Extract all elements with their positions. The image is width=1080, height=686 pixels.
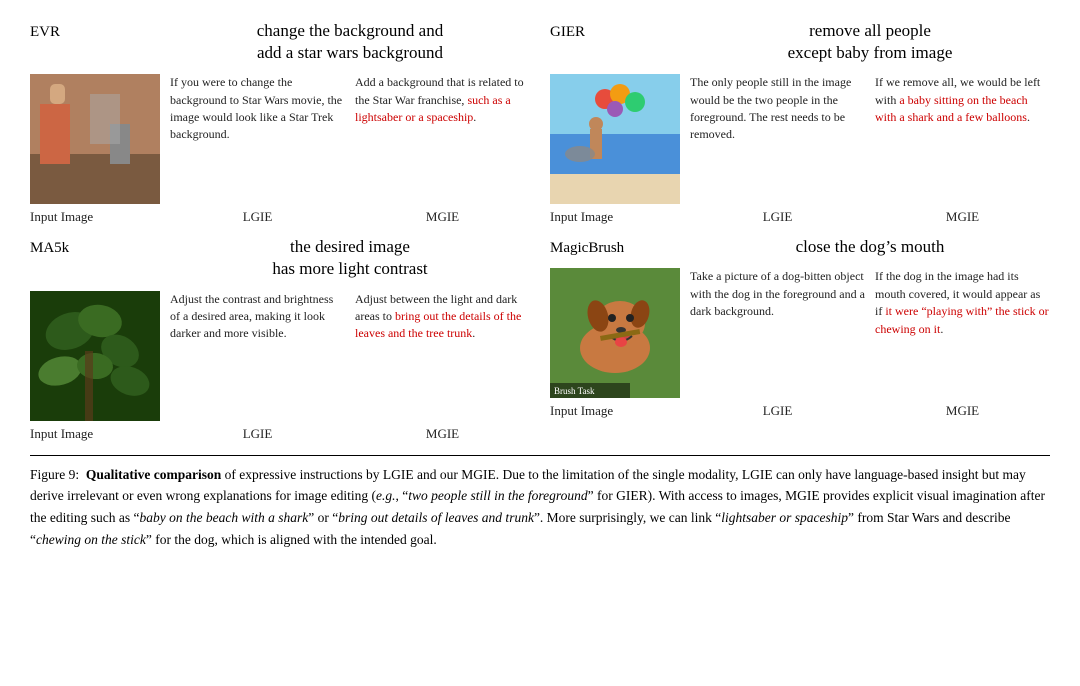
evr-image (30, 74, 160, 204)
caption-italic5: chewing on the stick (36, 532, 146, 547)
caption-divider (30, 455, 1050, 456)
magicbrush-dataset-label: MagicBrush (550, 236, 680, 259)
caption-italic2: baby on the beach with a shark (139, 510, 308, 525)
ma5k-input-label: Input Image (30, 425, 160, 443)
left-bottom-panel: MA5k the desired image has more light co… (30, 236, 530, 442)
right-bottom-panel: MagicBrush close the dog’s mouth (550, 236, 1050, 442)
magicbrush-image-svg: Brush Task (550, 268, 680, 398)
gier-input-label: Input Image (550, 208, 680, 226)
ma5k-mgie-label: MGIE (355, 425, 530, 443)
evr-lgie-label: LGIE (170, 208, 345, 226)
figure-intro: Qualitative comparison (86, 467, 221, 482)
ma5k-panel-title: the desired image has more light contras… (170, 236, 530, 284)
evr-panel-title: change the background and add a star war… (170, 20, 530, 68)
main-figure: EVR change the background and add a star… (30, 20, 1050, 550)
evr-input-label: Input Image (30, 208, 160, 226)
ma5k-panel: MA5k the desired image has more light co… (30, 236, 530, 420)
right-top-panel: GIER remove all people except baby from … (550, 20, 1050, 226)
comparison-grid: EVR change the background and add a star… (30, 20, 1050, 443)
magicbrush-image: Brush Task (550, 268, 680, 398)
gier-mgie-desc: If we remove all, we would be left with … (875, 74, 1050, 126)
evr-mgie-desc: Add a background that is related to the … (355, 74, 530, 126)
gier-mgie-label: MGIE (875, 208, 1050, 226)
caption-italic4: lightsaber or spaceship (721, 510, 848, 525)
gier-dataset-label: GIER (550, 20, 680, 43)
ma5k-image-svg (30, 291, 160, 421)
magicbrush-mgie-desc: If the dog in the image had its mouth co… (875, 268, 1050, 338)
figure-caption: Figure 9: Qualitative comparison of expr… (30, 464, 1050, 550)
gier-lgie-desc: The only people still in the image would… (690, 74, 865, 144)
ma5k-col-labels: Input Image LGIE MGIE (30, 425, 530, 443)
evr-title-line1: change the background and (257, 21, 443, 40)
evr-lgie-desc: If you were to change the background to … (170, 74, 345, 144)
evr-mgie-label: MGIE (355, 208, 530, 226)
evr-image-svg (30, 74, 160, 204)
caption-eg: e.g. (376, 488, 396, 503)
evr-dataset-label: EVR (30, 20, 160, 43)
ma5k-title-line2: has more light contrast (272, 259, 427, 278)
ma5k-title-line1: the desired image (290, 237, 410, 256)
figure-label: Figure 9: (30, 467, 79, 482)
gier-panel-title: remove all people except baby from image (690, 20, 1050, 68)
magicbrush-lgie-label: LGIE (690, 402, 865, 420)
gier-col-labels: Input Image LGIE MGIE (550, 208, 1050, 226)
gier-title-line2: except baby from image (788, 43, 953, 62)
gier-panel: GIER remove all people except baby from … (550, 20, 1050, 204)
gier-lgie-label: LGIE (690, 208, 865, 226)
ma5k-lgie-label: LGIE (170, 425, 345, 443)
magicbrush-input-label: Input Image (550, 402, 680, 420)
ma5k-mgie-desc: Adjust between the light and dark areas … (355, 291, 530, 343)
magicbrush-title: close the dog’s mouth (796, 237, 945, 256)
ma5k-lgie-desc: Adjust the contrast and brightness of a … (170, 291, 345, 343)
ma5k-image (30, 291, 160, 421)
evr-title-line2: add a star wars background (257, 43, 443, 62)
magicbrush-col-labels: Input Image LGIE MGIE (550, 402, 1050, 420)
magicbrush-mgie-red: it were “playing with” the stick or chew… (875, 304, 1049, 335)
left-top-panel: EVR change the background and add a star… (30, 20, 530, 226)
gier-title-line1: remove all people (809, 21, 931, 40)
ma5k-dataset-label: MA5k (30, 236, 160, 259)
gier-image (550, 74, 680, 204)
magicbrush-lgie-desc: Take a picture of a dog-bitten object wi… (690, 268, 865, 320)
magicbrush-panel: MagicBrush close the dog’s mouth (550, 236, 1050, 398)
caption-italic1: two people still in the foreground (408, 488, 587, 503)
magicbrush-mgie-label: MGIE (875, 402, 1050, 420)
svg-text:Brush Task: Brush Task (554, 386, 595, 396)
magicbrush-panel-title: close the dog’s mouth (690, 236, 1050, 262)
caption-italic3: bring out details of leaves and trunk (338, 510, 534, 525)
gier-image-svg (550, 74, 680, 204)
evr-col-labels: Input Image LGIE MGIE (30, 208, 530, 226)
evr-panel: EVR change the background and add a star… (30, 20, 530, 204)
